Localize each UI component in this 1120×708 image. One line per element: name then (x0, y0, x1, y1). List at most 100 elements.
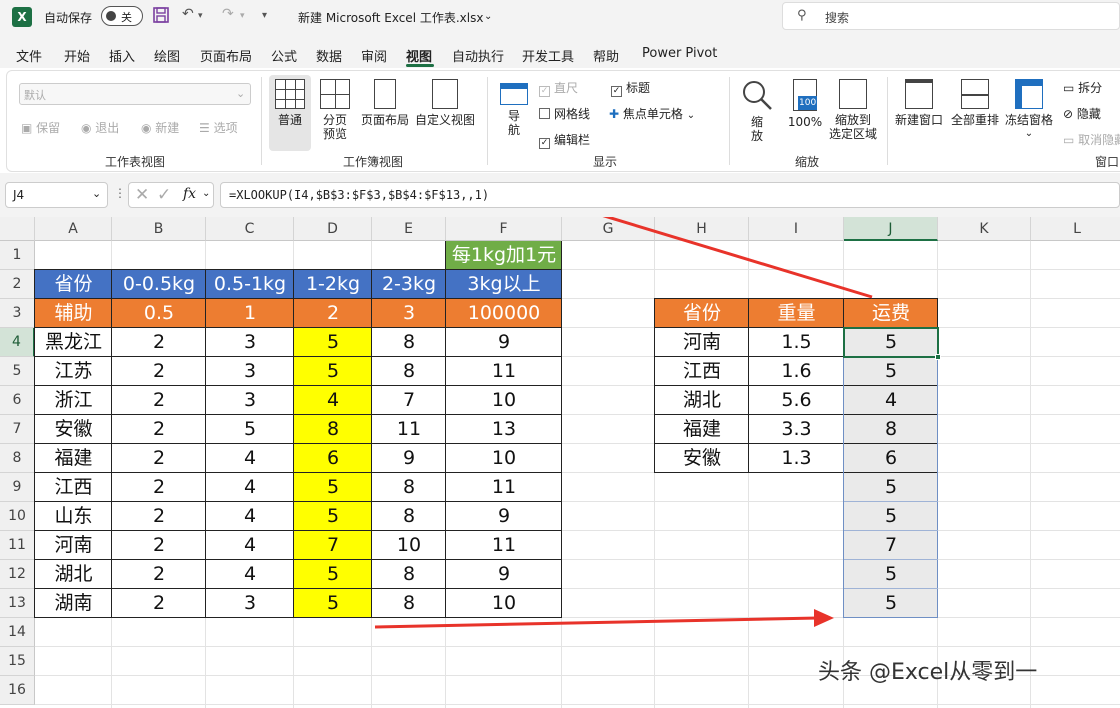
normal-view-button[interactable]: 普通 (269, 75, 311, 151)
formula-bar-checkbox[interactable]: ✓ 编辑栏 (539, 131, 590, 149)
ribbon: 默认 ⌄ ▣ 保留 ◉ 退出 ◉ 新建 ☰ 选项 工作表视图 普通 分页 预览 … (6, 70, 1120, 172)
new-window-button[interactable]: 新建窗口 (891, 79, 947, 127)
ruler-checkbox[interactable]: ✓ 直尺 (539, 79, 578, 97)
save-icon[interactable] (152, 6, 170, 28)
undo-dropdown-icon[interactable]: ▾ (198, 11, 203, 21)
group-label-show: 显示 (593, 155, 618, 169)
name-box[interactable]: J4 ⌄ (5, 182, 108, 208)
chevron-down-icon[interactable]: ⌄ (484, 11, 492, 22)
exit-button[interactable]: ◉ 退出 (81, 119, 119, 136)
zoom-button[interactable]: 缩 放 (737, 79, 777, 143)
page-layout-label: 页面布局 (360, 113, 409, 127)
tab-insert[interactable]: 插入 (109, 46, 135, 65)
split-button[interactable]: ▭ 拆分 (1063, 79, 1102, 96)
group-label-window: 窗口 (1095, 155, 1120, 169)
sheet-view-combo: 默认 ⌄ (19, 83, 251, 105)
tab-help[interactable]: 帮助 (593, 46, 619, 65)
tab-automate[interactable]: 自动执行 (452, 46, 504, 65)
zoom-to-selection-button[interactable]: 缩放到 选定区域 (825, 79, 881, 141)
tab-page-layout[interactable]: 页面布局 (200, 46, 252, 65)
tab-view[interactable]: 视图 (406, 46, 432, 65)
arrow-to-formula-line (602, 217, 873, 299)
tab-power-pivot[interactable]: Power Pivot (642, 46, 717, 61)
formula-input[interactable]: =XLOOKUP(I4,$B$3:$F$3,$B$4:$F$13,,1) (220, 182, 1120, 208)
customize-qat-icon[interactable]: ▾ (262, 10, 267, 21)
cancel-icon[interactable]: ✕ (135, 185, 149, 205)
sheet-view-combo-value: 默认 (24, 89, 46, 102)
zoom-100-button[interactable]: 100 100% (785, 79, 825, 129)
group-separator (261, 77, 262, 165)
gridlines-check-icon (539, 108, 550, 119)
group-separator (887, 77, 888, 165)
navigation-pane-icon (500, 83, 528, 105)
excel-window: X 自动保存 关 ↶ ▾ ↷ ▾ ▾ 新建 Microsoft Excel 工作… (0, 0, 1120, 708)
options-icon: ☰ (199, 121, 214, 135)
formula-buttons: ✕ ✓ fx ⌄ (128, 182, 214, 208)
gridlines-checkbox[interactable]: 网格线 (539, 105, 590, 122)
unhide-button[interactable]: ▭ 取消隐藏 (1063, 131, 1120, 148)
page-break-preview-button[interactable]: 分页 预览 (315, 79, 355, 141)
autosave-label: 自动保存 (44, 11, 93, 25)
tab-file[interactable]: 文件 (16, 46, 42, 65)
focus-cell-icon: ✚ (609, 107, 620, 121)
group-separator (487, 77, 488, 165)
hide-button[interactable]: ⊘ 隐藏 (1063, 105, 1101, 122)
gridlines-label: 网格线 (554, 107, 591, 121)
autosave-toggle[interactable]: 关 (101, 6, 143, 26)
zoom-magnifier-icon (743, 81, 772, 110)
ruler-check-icon: ✓ (539, 86, 550, 97)
group-label-sheet-view: 工作表视图 (105, 155, 166, 169)
toggle-knob (106, 11, 116, 21)
freeze-panes-button[interactable]: 冻结窗格 ⌄ (1001, 79, 1057, 141)
enter-icon[interactable]: ✓ (157, 185, 171, 205)
tab-formulas[interactable]: 公式 (271, 46, 297, 65)
search-icon: ⚲ (797, 8, 807, 23)
eye-exit-icon: ◉ (81, 121, 96, 135)
page-layout-button[interactable]: 页面布局 (357, 79, 413, 127)
title-check-icon: ✓ (611, 86, 622, 97)
navigation-button[interactable]: 导 航 (497, 83, 531, 137)
keep-label: 保留 (36, 121, 61, 135)
tab-home[interactable]: 开始 (64, 46, 90, 65)
split-label: 拆分 (1078, 81, 1103, 95)
formula-text: =XLOOKUP(I4,$B$3:$F$3,$B$4:$F$13,,1) (229, 188, 490, 202)
active-tab-indicator (406, 64, 434, 67)
arrow-to-results-head (814, 609, 834, 627)
title-bar: X 自动保存 关 ↶ ▾ ↷ ▾ ▾ 新建 Microsoft Excel 工作… (0, 0, 1120, 34)
tab-draw[interactable]: 绘图 (154, 46, 180, 65)
watermark-text: 头条 @Excel从零到一 (818, 660, 1038, 685)
worksheet-grid[interactable]: A B C D E F G H I J K L 1 2 3 4 5 6 7 8 9 10 11 12 13 14 15 16 每1kg加… (0, 217, 1120, 708)
tab-review[interactable]: 审阅 (361, 46, 387, 65)
unhide-icon: ▭ (1063, 133, 1079, 147)
redo-icon[interactable]: ↷ (222, 6, 234, 22)
focus-cell-button[interactable]: ✚ 焦点单元格 ⌄ (609, 105, 695, 122)
zoom-100-icon: 100 (793, 79, 818, 111)
new-view-button[interactable]: ◉ 新建 (141, 119, 179, 136)
chevron-down-icon: ⌄ (1024, 128, 1034, 139)
formula-bar: J4 ⌄ ⋮ ✕ ✓ fx ⌄ =XLOOKUP(I4,$B$3:$F$3,$B… (0, 173, 1120, 217)
tab-data[interactable]: 数据 (316, 46, 342, 65)
arrange-all-button[interactable]: 全部重排 (947, 79, 1003, 127)
hide-label: 隐藏 (1076, 107, 1101, 121)
chevron-down-icon: ⌄ (686, 110, 696, 121)
freeze-panes-icon (1015, 79, 1043, 109)
options-button[interactable]: ☰ 选项 (199, 119, 238, 136)
search-box[interactable]: ⚲ 搜索 (782, 2, 1120, 30)
split-icon: ▭ (1063, 81, 1079, 95)
keep-button[interactable]: ▣ 保留 (21, 119, 60, 136)
autosave-state: 关 (121, 11, 132, 24)
zoom-100-badge: 100 (798, 96, 818, 110)
insert-function-icon[interactable]: fx (183, 186, 196, 202)
tab-developer[interactable]: 开发工具 (522, 46, 574, 65)
eye-new-icon: ◉ (141, 121, 156, 135)
formula-bar-check-icon: ✓ (539, 138, 550, 149)
undo-icon[interactable]: ↶ (182, 6, 194, 22)
zoom-selection-label: 缩放到 选定区域 (828, 113, 877, 141)
redo-dropdown-icon[interactable]: ▾ (240, 11, 245, 21)
title-checkbox[interactable]: ✓ 标题 (611, 79, 650, 97)
arrow-to-results-line (374, 616, 819, 629)
unhide-label: 取消隐藏 (1078, 133, 1120, 147)
chevron-down-icon: ⌄ (236, 87, 246, 100)
custom-view-label: 自定义视图 (414, 113, 475, 127)
custom-view-button[interactable]: 自定义视图 (413, 79, 477, 127)
